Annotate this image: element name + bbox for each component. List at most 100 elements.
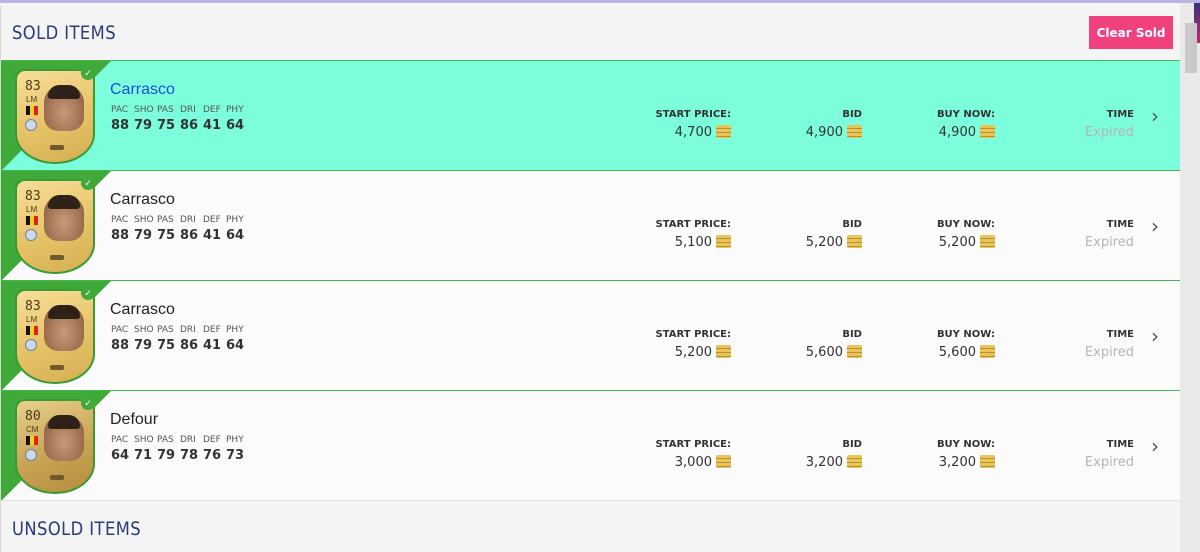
stat-labels: PAC SHO PAS DRI DEF PHY [111,325,244,335]
time-column: TIME Expired [1085,439,1134,470]
buy-now-label: BUY NOW: [936,219,995,230]
transfer-list-panel: SOLD ITEMS Clear Sold ✓ 83 LM Carrasco P… [0,6,1180,552]
sold-items-title: SOLD ITEMS [12,22,117,44]
stat-label: PAS [157,105,174,115]
chevron-right-icon[interactable]: › [1151,104,1159,128]
stat-label: DEF [203,215,221,225]
stat-label: PAS [157,435,174,445]
coin-icon [716,345,731,358]
time-label: TIME [1106,109,1134,120]
player-card[interactable]: ✓ 83 LM [15,286,95,384]
time-value: Expired [1084,455,1134,470]
stat-value: 88 [111,338,130,353]
player-name: Carrasco [110,191,175,208]
stat-value: 64 [226,228,245,243]
stat-label: PHY [226,105,244,115]
player-card[interactable]: ✓ 83 LM [15,176,95,274]
scrollbar-thumb[interactable] [1185,23,1197,73]
boot-icon [50,255,64,260]
stat-label: DEF [203,325,221,335]
start-price-value: 4,700 [674,125,712,140]
time-column: TIME Expired [1085,219,1134,250]
scrollbar-track[interactable] [1180,3,1200,552]
start-price-column: START PRICE: 5,200 [656,329,731,360]
coin-icon [716,235,731,248]
stat-label: PHY [226,325,244,335]
player-rating: 83 [25,189,41,204]
stat-label: SHO [134,325,154,335]
stat-label: PAS [157,325,174,335]
bid-label: BID [842,109,862,120]
buy-now-column: BUY NOW: 3,200 [937,439,995,470]
stat-label: DRI [180,215,196,225]
stat-value: 79 [134,118,153,133]
stat-label: SHO [134,435,154,445]
stat-label: DEF [203,105,221,115]
player-rating: 83 [25,79,41,94]
start-price-label: START PRICE: [655,439,731,450]
nation-flag-icon [26,106,38,115]
stat-value: 41 [203,228,222,243]
time-column: TIME Expired [1085,329,1134,360]
buy-now-column: BUY NOW: 5,600 [937,329,995,360]
stat-labels: PAC SHO PAS DRI DEF PHY [111,105,244,115]
stat-label: PHY [226,435,244,445]
stat-value: 86 [180,338,199,353]
sold-item-row[interactable]: ✓ 83 LM Carrasco PAC SHO PAS DRI DEF PHY 88 79… [1,280,1180,390]
stat-values: 64 71 79 78 76 73 [111,448,244,463]
bid-label: BID [842,329,862,340]
buy-now-value: 5,200 [938,235,976,250]
stat-value: 79 [157,448,176,463]
player-card[interactable]: ✓ 80 CM [15,396,95,494]
coin-icon [847,455,862,468]
club-badge-icon [25,339,37,351]
stat-value: 86 [180,228,199,243]
buy-now-value: 3,200 [938,455,976,470]
nation-flag-icon [26,216,38,225]
stat-label: PHY [226,215,244,225]
stat-label: PAC [111,325,129,335]
start-price-column: START PRICE: 5,100 [656,219,731,250]
stat-value: 75 [157,118,176,133]
chevron-right-icon[interactable]: › [1151,434,1159,458]
check-icon: ✓ [81,286,95,300]
check-icon: ✓ [81,176,95,190]
bid-column: BID 4,900 [806,109,862,140]
stat-label: DRI [180,105,196,115]
player-position: CM [26,425,39,434]
stat-value: 75 [157,228,176,243]
sold-item-row[interactable]: ✓ 80 CM Defour PAC SHO PAS DRI DEF PHY 64 71 79… [1,390,1180,500]
player-headshot [44,305,84,351]
chevron-right-icon[interactable]: › [1151,324,1159,348]
bid-value: 4,900 [805,125,843,140]
bid-column: BID 3,200 [806,439,862,470]
player-name: Carrasco [110,301,175,318]
buy-now-column: BUY NOW: 4,900 [937,109,995,140]
player-position: LM [26,95,38,104]
stat-value: 76 [203,448,222,463]
sold-item-row[interactable]: ✓ 83 LM Carrasco PAC SHO PAS DRI DEF PHY 88 79… [1,60,1180,170]
stat-label: PAC [111,215,129,225]
stat-values: 88 79 75 86 41 64 [111,118,244,133]
time-column: TIME Expired [1085,109,1134,140]
player-headshot [44,415,84,461]
buy-now-label: BUY NOW: [936,439,995,450]
stat-value: 41 [203,338,222,353]
stat-label: DEF [203,435,221,445]
stat-label: PAS [157,215,174,225]
bid-label: BID [842,219,862,230]
start-price-value: 3,000 [674,455,712,470]
club-badge-icon [25,119,37,131]
coin-icon [980,125,995,138]
chevron-right-icon[interactable]: › [1151,214,1159,238]
clear-sold-button[interactable]: Clear Sold [1089,16,1173,49]
sold-item-row[interactable]: ✓ 83 LM Carrasco PAC SHO PAS DRI DEF PHY 88 79… [1,170,1180,280]
bid-value: 3,200 [805,455,843,470]
stat-label: PAC [111,105,129,115]
coin-icon [847,345,862,358]
stat-value: 71 [134,448,153,463]
stat-values: 88 79 75 86 41 64 [111,338,244,353]
bid-value: 5,600 [805,345,843,360]
check-icon: ✓ [81,66,95,80]
player-card[interactable]: ✓ 83 LM [15,66,95,164]
